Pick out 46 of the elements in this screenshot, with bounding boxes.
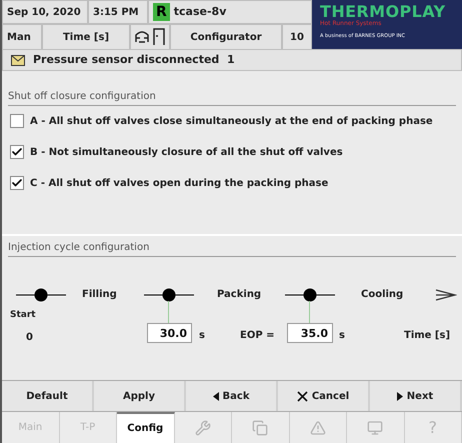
axis-label: Time [s] bbox=[404, 329, 450, 344]
option-label: B - Not simultaneously closure of all the shut off valves bbox=[30, 146, 343, 160]
unit-text: Time [s] bbox=[42, 24, 130, 50]
unit-label: s bbox=[199, 329, 205, 344]
windows-icon bbox=[252, 420, 268, 436]
mold-icon bbox=[134, 29, 150, 45]
connector-line bbox=[309, 301, 310, 324]
warning-icon bbox=[310, 420, 326, 436]
checkbox[interactable] bbox=[10, 176, 24, 190]
logo-title: THERMOPLAY bbox=[320, 3, 446, 20]
phase-label: Packing bbox=[217, 288, 262, 302]
arrow-icon bbox=[435, 287, 457, 304]
checkbox[interactable] bbox=[10, 114, 24, 128]
start-label: Start bbox=[10, 309, 36, 322]
checkbox[interactable] bbox=[10, 145, 24, 160]
packing-time-field[interactable]: 30.0 bbox=[147, 323, 192, 344]
connector-line bbox=[168, 301, 169, 324]
option-label: C - All shut off valves open during the packing phase bbox=[30, 176, 328, 191]
phase-label: Cooling bbox=[361, 288, 404, 302]
option-label: A - All shut off valves close simultaneously at the end of packing phase bbox=[30, 114, 433, 129]
alert-message: Pressure sensor disconnected 1 bbox=[33, 52, 235, 68]
close-icon bbox=[296, 390, 308, 402]
time-text: 3:15 PM bbox=[88, 0, 148, 24]
nav-tab[interactable]: Config bbox=[117, 412, 174, 443]
right-triangle-icon bbox=[396, 392, 403, 400]
eop-label: EOP = bbox=[240, 329, 275, 344]
unit-label: s bbox=[339, 329, 345, 344]
recipe-name: tcase-8v bbox=[174, 4, 226, 20]
date-text: Sep 10, 2020 bbox=[2, 0, 88, 24]
envelope-icon bbox=[11, 54, 25, 66]
phase-label: Filling bbox=[82, 288, 117, 302]
timeline-node-icon bbox=[285, 288, 335, 302]
start-value: 0 bbox=[26, 331, 33, 346]
section-title: Injection cycle configuration bbox=[8, 240, 456, 258]
door-icon bbox=[152, 28, 166, 46]
count-text: 10 bbox=[282, 24, 312, 50]
screen-name: Configurator bbox=[170, 24, 282, 50]
monitor-icon bbox=[367, 420, 384, 436]
left-triangle-icon bbox=[212, 392, 219, 400]
timeline-node-icon bbox=[144, 288, 194, 302]
wrench-icon bbox=[194, 420, 211, 436]
timeline-node-icon bbox=[16, 288, 66, 302]
eop-field[interactable]: 35.0 bbox=[287, 323, 333, 344]
section-title: Shut off closure configuration bbox=[8, 88, 456, 106]
mode-text: Man bbox=[2, 24, 42, 50]
run-indicator: R bbox=[153, 3, 170, 21]
